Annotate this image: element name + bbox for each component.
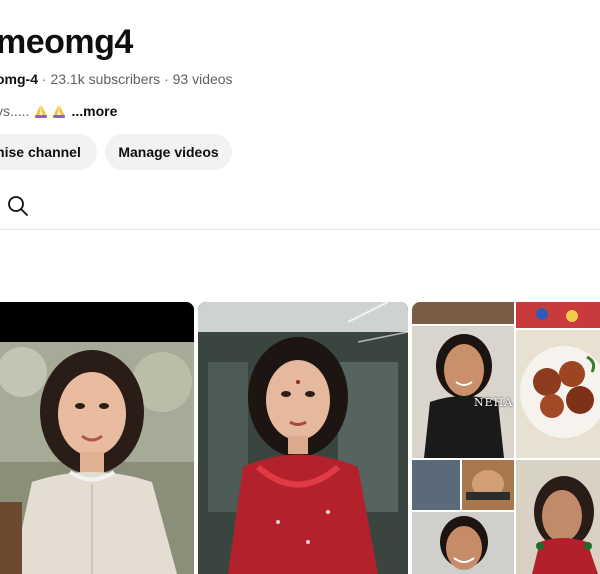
- search-icon[interactable]: [6, 194, 30, 218]
- pray-emoji-group: [33, 103, 67, 119]
- channel-description[interactable]: ys..... ...more: [0, 102, 117, 120]
- folded-hands-icon: [35, 105, 48, 118]
- short-thumbnail-2[interactable]: [198, 302, 408, 574]
- manage-videos-button[interactable]: Manage videos: [105, 134, 232, 170]
- channel-page: meomg4 omg-4 · 23.1k subscribers · 93 vi…: [0, 0, 600, 574]
- description-text: ys.....: [0, 103, 30, 119]
- channel-name: meomg4: [0, 23, 133, 61]
- subscriber-count: 23.1k subscribers: [50, 71, 161, 87]
- video-count: 93 videos: [172, 71, 233, 87]
- channel-handle[interactable]: omg-4: [0, 71, 38, 87]
- thumbnail-image: NEHA M: [412, 302, 600, 574]
- thumbnail-image: [198, 302, 408, 574]
- thumbnail-image: [0, 302, 194, 574]
- short-thumbnail-3[interactable]: NEHA M: [412, 302, 600, 574]
- channel-meta: omg-4 · 23.1k subscribers · 93 videos: [0, 70, 233, 88]
- customise-channel-button[interactable]: mise channel: [0, 134, 97, 170]
- tabs-divider: [0, 229, 600, 230]
- more-link[interactable]: ...more: [71, 102, 117, 120]
- meta-separator-2: ·: [164, 71, 173, 87]
- short-thumbnail-1[interactable]: [0, 302, 194, 574]
- folded-hands-icon: [53, 105, 66, 118]
